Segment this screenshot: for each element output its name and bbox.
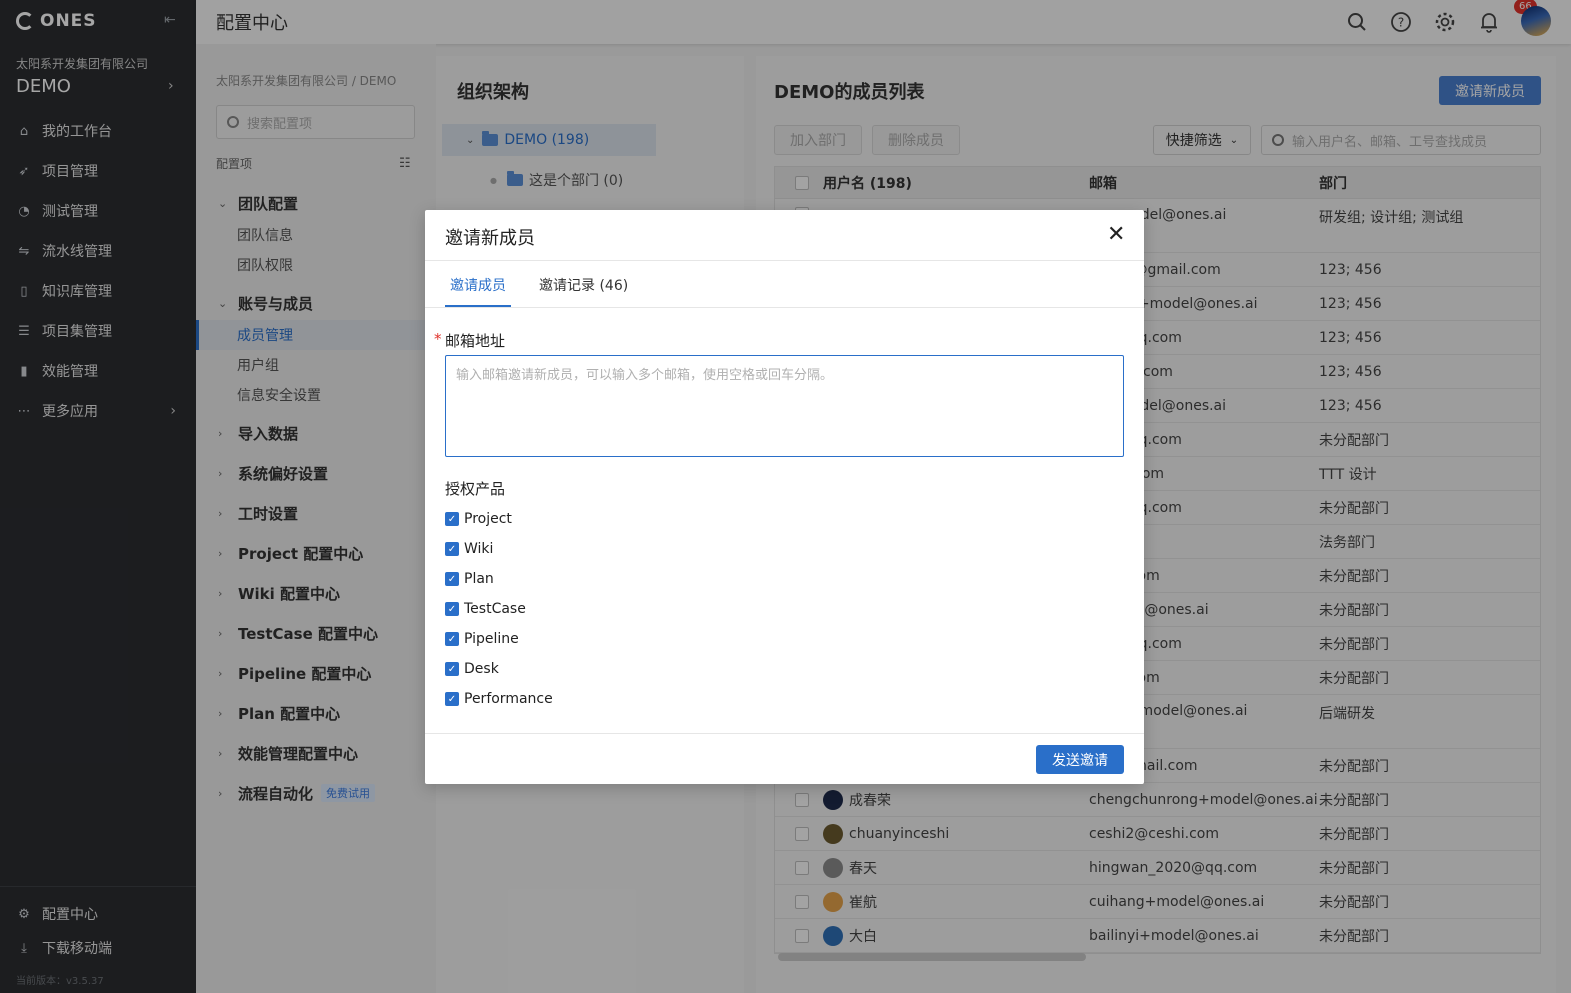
checkmark-icon: ✓ bbox=[445, 512, 459, 526]
checkmark-icon: ✓ bbox=[445, 542, 459, 556]
product-label: Plan bbox=[464, 571, 494, 587]
product-checkbox[interactable]: ✓ Wiki bbox=[445, 539, 493, 559]
divider bbox=[425, 307, 1144, 308]
product-label: Wiki bbox=[464, 541, 494, 557]
close-icon[interactable]: ✕ bbox=[1107, 224, 1125, 246]
email-textarea[interactable]: 输入邮箱邀请新成员，可以输入多个邮箱，使用空格或回车分隔。 bbox=[445, 355, 1124, 457]
product-label: Project bbox=[464, 511, 512, 527]
checkmark-icon: ✓ bbox=[445, 692, 459, 706]
product-label: Pipeline bbox=[464, 631, 519, 647]
product-checkbox[interactable]: ✓ Desk bbox=[445, 659, 499, 679]
divider bbox=[425, 733, 1144, 734]
checkmark-icon: ✓ bbox=[445, 602, 459, 616]
checkmark-icon: ✓ bbox=[445, 572, 459, 586]
tab-invite-member[interactable]: 邀请成员 bbox=[450, 275, 506, 295]
divider bbox=[425, 260, 1144, 261]
checkmark-icon: ✓ bbox=[445, 632, 459, 646]
product-checkbox[interactable]: ✓ Plan bbox=[445, 569, 494, 589]
email-label: 邮箱地址 bbox=[445, 332, 506, 350]
product-label: TestCase bbox=[464, 601, 526, 617]
product-label: Desk bbox=[464, 661, 499, 677]
invite-member-dialog: 邀请新成员 ✕ 邀请成员 邀请记录 (46) * 邮箱地址 输入邮箱邀请新成员，… bbox=[425, 210, 1144, 784]
product-label: Performance bbox=[464, 691, 553, 707]
required-marker: * bbox=[434, 330, 442, 348]
product-checkbox[interactable]: ✓ Performance bbox=[445, 689, 553, 709]
dialog-title: 邀请新成员 bbox=[445, 228, 535, 249]
product-checkbox[interactable]: ✓ Pipeline bbox=[445, 629, 519, 649]
checkmark-icon: ✓ bbox=[445, 662, 459, 676]
tab-invite-records[interactable]: 邀请记录 (46) bbox=[539, 275, 628, 295]
product-checkbox[interactable]: ✓ Project bbox=[445, 509, 512, 529]
send-invite-button[interactable]: 发送邀请 bbox=[1036, 745, 1124, 774]
product-checkbox[interactable]: ✓ TestCase bbox=[445, 599, 526, 619]
products-label: 授权产品 bbox=[445, 480, 506, 498]
